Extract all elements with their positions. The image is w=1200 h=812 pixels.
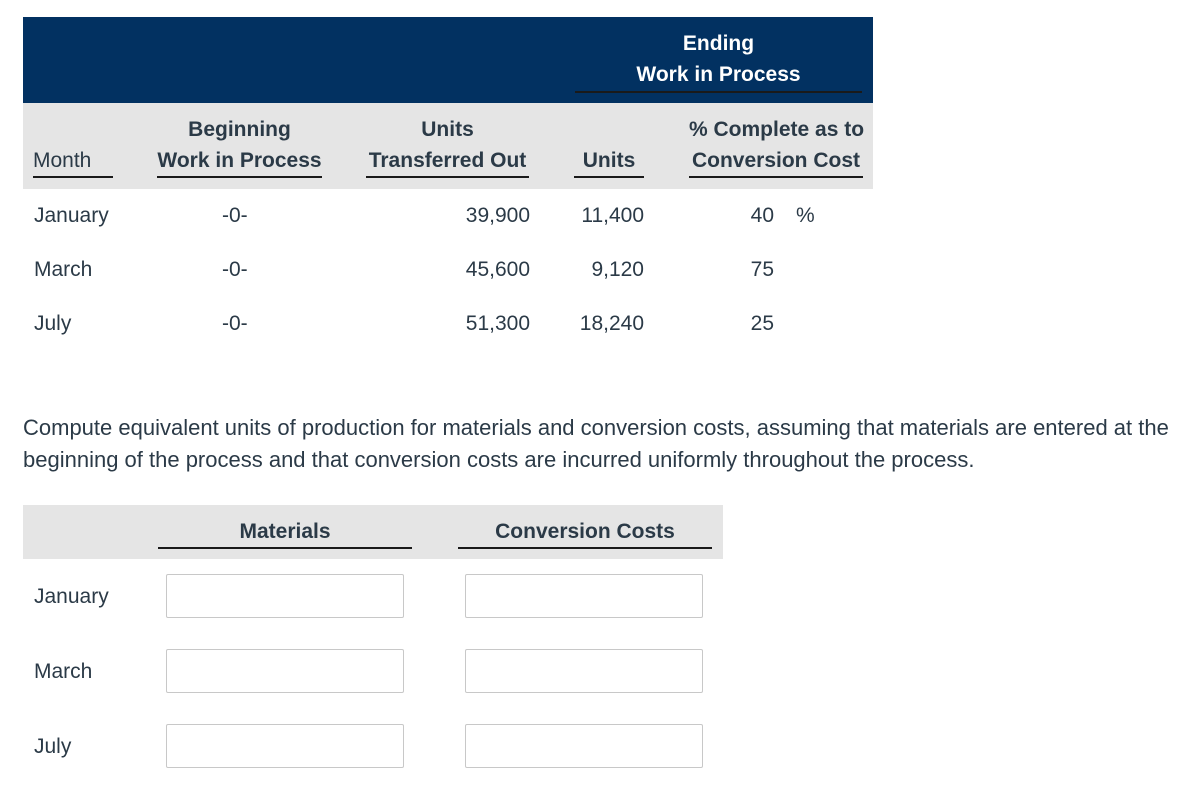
answer-row-label: March — [34, 660, 93, 683]
answer-col-header-conversion: Conversion Costs — [458, 516, 712, 549]
col-header-line: Beginning — [188, 118, 291, 141]
col-header-line: Units — [421, 118, 474, 141]
conversion-input-march[interactable] — [465, 649, 703, 693]
answer-row-label: July — [34, 735, 72, 758]
cell-month: January — [34, 204, 109, 227]
cell-transferred-out: 51,300 — [465, 312, 530, 335]
col-header-line: Work in Process — [157, 145, 322, 178]
answer-row-label: January — [34, 585, 109, 608]
cell-pct-complete: 75 — [750, 258, 774, 281]
cell-pct-sign: % — [796, 204, 815, 227]
materials-input-march[interactable] — [166, 649, 404, 693]
cell-month: July — [34, 312, 72, 335]
cell-pct-complete: 25 — [750, 312, 774, 335]
group-header-line-2: Work in Process — [575, 59, 862, 93]
cell-transferred-out: 39,900 — [465, 204, 530, 227]
col-header-beginning-wip: Beginning Work in Process — [157, 114, 322, 178]
col-header-line: Transferred Out — [366, 145, 529, 178]
col-header-ending-units: Units — [574, 145, 644, 178]
cell-pct-complete: 40 — [750, 204, 774, 227]
cell-month: March — [34, 258, 93, 281]
group-header-line-1: Ending — [682, 32, 755, 55]
materials-input-july[interactable] — [166, 724, 404, 768]
col-header-pct-complete: % Complete as to Conversion Cost — [689, 114, 865, 178]
materials-input-january[interactable] — [166, 574, 404, 618]
conversion-input-january[interactable] — [465, 574, 703, 618]
cell-ending-units: 18,240 — [579, 312, 644, 335]
cell-transferred-out: 45,600 — [465, 258, 530, 281]
instructions-text: Compute equivalent units of production f… — [23, 415, 1169, 472]
cell-beginning-wip: -0- — [222, 258, 248, 281]
cell-ending-units: 9,120 — [591, 258, 644, 281]
cell-ending-units: 11,400 — [581, 204, 644, 227]
col-header-transferred-out: Units Transferred Out — [366, 114, 529, 178]
col-header-line: % Complete as to — [689, 118, 865, 141]
cell-beginning-wip: -0- — [222, 204, 248, 227]
answer-col-header-materials: Materials — [158, 516, 412, 549]
cell-beginning-wip: -0- — [222, 312, 248, 335]
col-header-month: Month — [33, 145, 113, 178]
conversion-input-july[interactable] — [465, 724, 703, 768]
col-header-line: Conversion Cost — [689, 145, 863, 178]
ending-wip-group-header: Ending Work in Process — [575, 28, 862, 93]
